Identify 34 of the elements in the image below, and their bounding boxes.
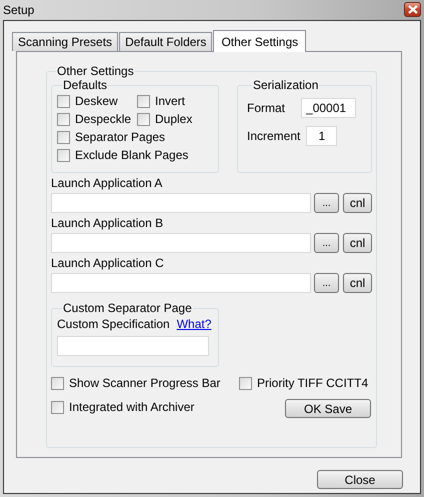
checkbox-label: Deskew bbox=[75, 94, 118, 108]
field-label: Format bbox=[247, 101, 286, 115]
field-label: Launch Application B bbox=[51, 215, 164, 231]
tab[interactable]: Other Settings bbox=[213, 30, 306, 52]
tab[interactable]: Scanning Presets bbox=[12, 32, 118, 51]
group-title: Defaults bbox=[62, 78, 108, 92]
browse-button[interactable]: ... bbox=[314, 233, 339, 253]
clear-button[interactable]: cnl bbox=[343, 273, 372, 293]
checkbox-label: Separator Pages bbox=[75, 130, 166, 144]
tab[interactable]: Default Folders bbox=[119, 32, 212, 51]
field-label: Increment bbox=[247, 129, 300, 143]
field-label: Custom Specification bbox=[57, 317, 170, 331]
ok-save-button[interactable]: OK Save bbox=[285, 399, 371, 418]
checkbox-label: Show Scanner Progress Bar bbox=[69, 376, 220, 390]
field-label: Launch Application C bbox=[51, 255, 165, 271]
browse-button[interactable]: ... bbox=[314, 273, 339, 293]
clear-button[interactable]: cnl bbox=[343, 193, 372, 213]
browse-button[interactable]: ... bbox=[314, 193, 339, 213]
group-title: Custom Separator Page bbox=[62, 301, 193, 315]
group-title: Serialization bbox=[252, 78, 320, 92]
checkbox-label: Exclude Blank Pages bbox=[75, 148, 188, 162]
help-link[interactable]: What? bbox=[176, 317, 212, 331]
input-field[interactable]: _00001 bbox=[301, 98, 356, 118]
clear-button[interactable]: cnl bbox=[343, 233, 372, 253]
close-button[interactable]: Close bbox=[317, 470, 403, 489]
group-title: Other Settings bbox=[56, 64, 135, 78]
checkbox-label: Invert bbox=[155, 94, 186, 108]
window-title: Setup bbox=[3, 3, 34, 17]
checkbox-label: Integrated with Archiver bbox=[69, 400, 194, 414]
checkbox-label: Despeckle bbox=[75, 112, 132, 126]
checkbox-label: Priority TIFF CCITT4 bbox=[257, 376, 368, 390]
checkbox-label: Duplex bbox=[155, 112, 192, 126]
field-label: Launch Application A bbox=[51, 175, 164, 191]
input-field[interactable]: 1 bbox=[306, 126, 338, 146]
